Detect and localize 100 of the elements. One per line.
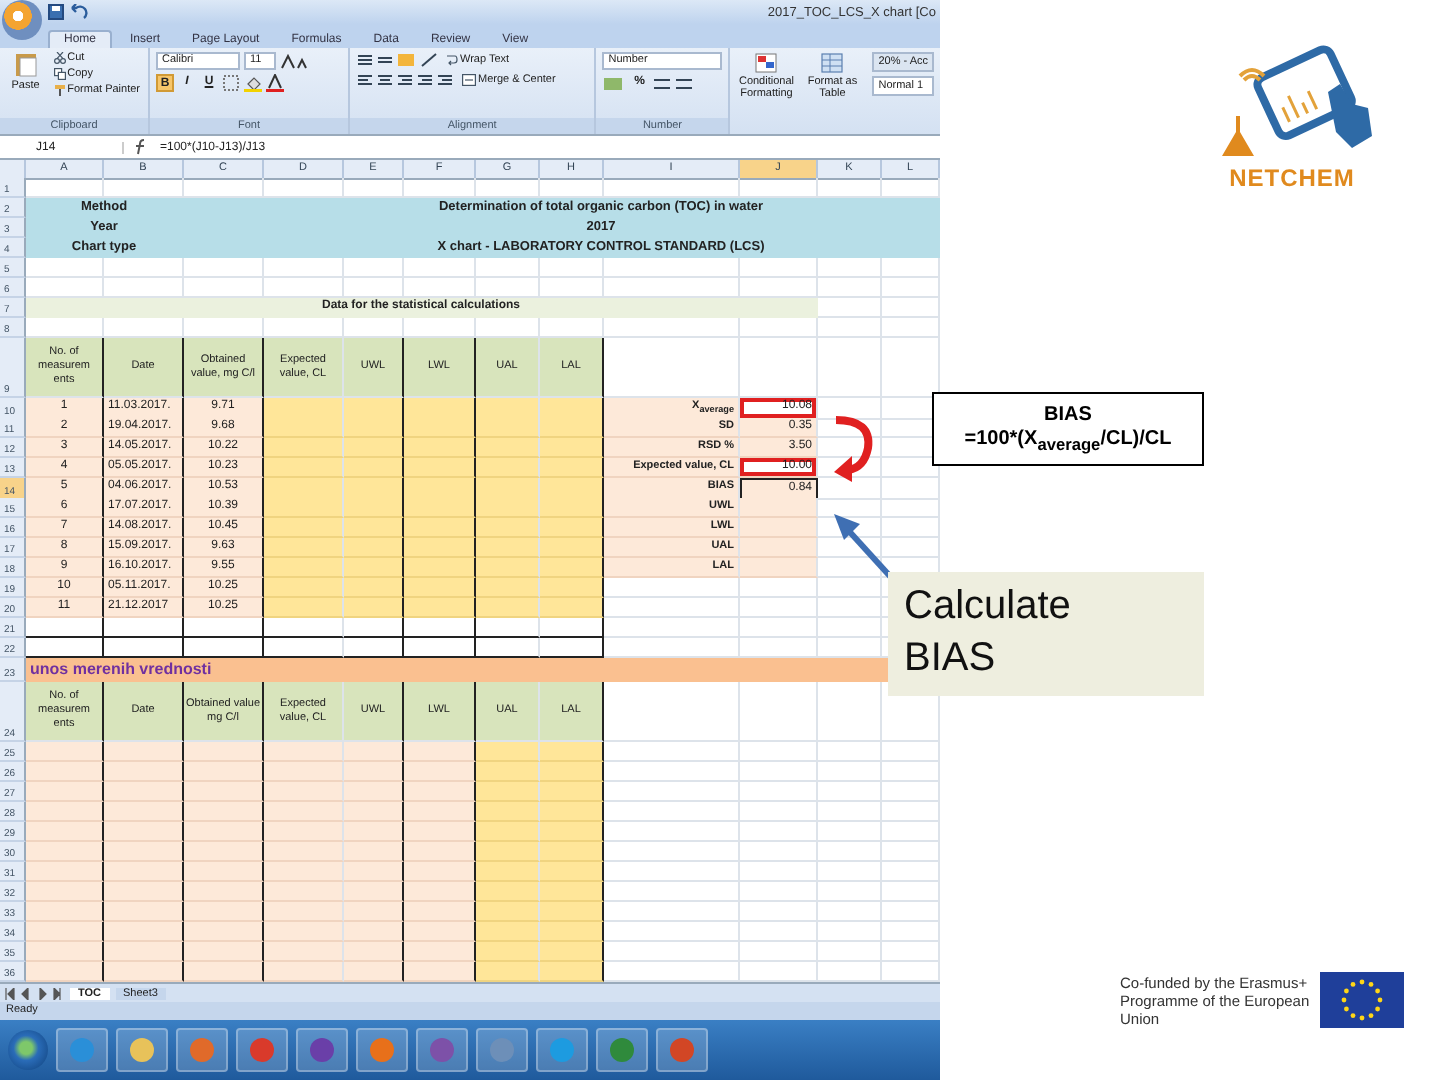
table-cell bbox=[604, 902, 740, 922]
table-cell bbox=[104, 942, 184, 962]
table-cell bbox=[818, 258, 882, 278]
table-cell bbox=[104, 762, 184, 782]
table-cell bbox=[264, 398, 344, 421]
table-cell bbox=[740, 742, 818, 762]
font-grow-icon[interactable] bbox=[280, 53, 312, 69]
merge-icon bbox=[462, 74, 476, 86]
table-cell[interactable] bbox=[740, 518, 818, 538]
table-cell bbox=[26, 842, 104, 862]
table-cell bbox=[264, 618, 344, 638]
table-cell bbox=[264, 862, 344, 882]
table-cell bbox=[264, 498, 344, 518]
fill-color-icon[interactable] bbox=[244, 74, 262, 92]
table-cell bbox=[344, 578, 404, 598]
table-cell[interactable] bbox=[740, 538, 818, 558]
table-cell bbox=[476, 882, 540, 902]
table-cell bbox=[404, 822, 476, 842]
table-cell bbox=[264, 782, 344, 802]
table-cell bbox=[540, 902, 604, 922]
table-cell bbox=[604, 882, 740, 902]
table-cell bbox=[404, 578, 476, 598]
start-button[interactable] bbox=[8, 1030, 48, 1070]
table-cell bbox=[404, 418, 476, 438]
table-cell bbox=[882, 298, 940, 318]
table-cell bbox=[476, 902, 540, 922]
table-cell bbox=[184, 962, 264, 982]
table-cell bbox=[604, 922, 740, 942]
border-icon[interactable] bbox=[222, 74, 240, 92]
table-cell bbox=[476, 518, 540, 538]
table-cell bbox=[344, 922, 404, 942]
table-cell bbox=[264, 438, 344, 458]
table-cell bbox=[540, 742, 604, 762]
table-cell bbox=[184, 882, 264, 902]
table-cell bbox=[184, 902, 264, 922]
table-cell bbox=[404, 922, 476, 942]
table-cell bbox=[882, 822, 940, 842]
table-cell bbox=[476, 618, 540, 638]
table-cell bbox=[476, 942, 540, 962]
table-cell bbox=[604, 682, 740, 742]
table-cell bbox=[184, 258, 264, 278]
table-cell bbox=[740, 258, 818, 278]
table-cell bbox=[26, 782, 104, 802]
table-cell bbox=[882, 318, 940, 338]
undo-icon[interactable] bbox=[70, 4, 88, 20]
table-cell bbox=[540, 458, 604, 478]
font-color-icon[interactable] bbox=[266, 74, 284, 92]
table-cell bbox=[476, 742, 540, 762]
colored-grid-icon bbox=[754, 52, 779, 74]
table-cell bbox=[184, 822, 264, 842]
orientation-icon[interactable] bbox=[420, 52, 440, 68]
table-cell bbox=[540, 478, 604, 500]
table-cell bbox=[476, 438, 540, 458]
table-cell bbox=[740, 802, 818, 822]
table-cell bbox=[104, 742, 184, 762]
table-cell bbox=[104, 822, 184, 842]
align-icon[interactable] bbox=[356, 72, 456, 88]
table-cell bbox=[740, 682, 818, 742]
table-cell bbox=[264, 418, 344, 438]
table-cell bbox=[184, 922, 264, 942]
table-cell bbox=[540, 922, 604, 942]
table-cell bbox=[184, 862, 264, 882]
table-cell bbox=[344, 538, 404, 558]
table-cell bbox=[540, 438, 604, 458]
table-cell bbox=[264, 478, 344, 500]
table-cell bbox=[818, 862, 882, 882]
align-icon[interactable] bbox=[356, 52, 416, 68]
table-cell bbox=[604, 942, 740, 962]
table-cell bbox=[404, 902, 476, 922]
table-cell bbox=[264, 922, 344, 942]
table-cell bbox=[264, 942, 344, 962]
table-cell bbox=[344, 618, 404, 638]
sheet-nav-icon[interactable] bbox=[0, 987, 64, 999]
table-cell bbox=[882, 882, 940, 902]
table-cell bbox=[740, 822, 818, 842]
table-cell bbox=[882, 842, 940, 862]
table-cell bbox=[264, 258, 344, 278]
table-cell[interactable] bbox=[740, 558, 818, 578]
table-cell bbox=[104, 922, 184, 942]
table-cell bbox=[882, 942, 940, 962]
table-cell bbox=[540, 258, 604, 278]
table-cell bbox=[540, 842, 604, 862]
table-cell bbox=[740, 882, 818, 902]
table-cell bbox=[404, 842, 476, 862]
table-cell bbox=[604, 822, 740, 842]
table-cell bbox=[404, 802, 476, 822]
table-cell bbox=[104, 802, 184, 822]
table-cell bbox=[344, 842, 404, 862]
table-cell bbox=[264, 902, 344, 922]
save-icon[interactable] bbox=[48, 4, 64, 20]
table-cell bbox=[26, 862, 104, 882]
table-cell[interactable] bbox=[740, 498, 818, 518]
table-cell bbox=[344, 478, 404, 500]
table-cell bbox=[540, 558, 604, 578]
table-cell bbox=[740, 842, 818, 862]
table-cell bbox=[818, 762, 882, 782]
table-cell bbox=[818, 338, 882, 398]
table-cell bbox=[104, 618, 184, 638]
table-cell bbox=[184, 942, 264, 962]
table-cell bbox=[184, 842, 264, 862]
